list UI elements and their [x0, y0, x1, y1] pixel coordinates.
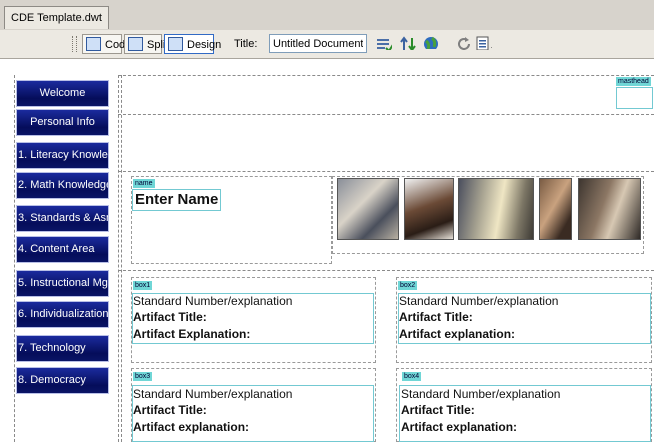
view-options-icon[interactable]	[476, 36, 492, 50]
refresh-icon[interactable]	[456, 36, 472, 50]
nav-item-content-area[interactable]: 4. Content Area	[16, 236, 109, 263]
file-management-icon[interactable]	[400, 36, 416, 50]
name-field[interactable]: Enter Name	[132, 189, 222, 211]
nav-item-democracy[interactable]: 8. Democracy	[16, 367, 109, 394]
box2-content	[398, 293, 651, 344]
layout-guide	[118, 75, 119, 442]
box4-region-tag: box4	[402, 372, 422, 381]
photo-student-portrait	[404, 178, 454, 240]
document-title-input[interactable]	[269, 34, 367, 53]
nav-item-instructional-mgmt[interactable]: 5. Instructional Mgmt	[16, 270, 109, 297]
nav-item-welcome[interactable]: Welcome	[16, 80, 109, 107]
nav-item-individualization[interactable]: 6. Individualization	[16, 301, 109, 328]
box4-content	[399, 385, 651, 442]
browser-compatibility-icon[interactable]	[376, 36, 392, 50]
layout-guide	[118, 270, 654, 271]
box1-region-tag: box1	[133, 281, 153, 290]
design-view-button[interactable]: Design	[164, 34, 221, 54]
split-view-icon	[128, 37, 143, 51]
box3-region-tag: box3	[133, 372, 153, 381]
preview-in-browser-icon[interactable]	[422, 35, 438, 49]
design-canvas[interactable]: Welcome Personal Info 1. Literacy Knowle…	[0, 59, 654, 442]
design-view-label: Design	[187, 39, 222, 51]
photo-classroom-group	[458, 178, 534, 240]
layout-guide	[118, 171, 654, 172]
split-view-button[interactable]: Split	[124, 34, 168, 54]
nav-item-standards-asmnt[interactable]: 3. Standards & Asmnt	[16, 205, 109, 232]
title-label: Title:	[234, 38, 258, 50]
masthead-region[interactable]	[616, 87, 653, 109]
name-region-tag: name	[133, 179, 155, 188]
document-tab[interactable]: CDE Template.dwt	[4, 6, 109, 29]
nav-item-technology[interactable]: 7. Technology	[16, 335, 109, 362]
layout-guide	[14, 75, 15, 442]
box1-content	[132, 293, 374, 344]
box2-region-tag: box2	[398, 281, 418, 290]
layout-guide	[121, 75, 122, 442]
nav-item-literacy-knowledge[interactable]: 1. Literacy Knowledge	[16, 142, 109, 169]
code-view-icon	[86, 37, 101, 51]
layout-guide	[118, 114, 654, 115]
nav-item-math-knowledge[interactable]: 2. Math Knowledge	[16, 172, 109, 199]
nav-item-personal-info[interactable]: Personal Info	[16, 109, 109, 136]
toolbar-grip[interactable]	[76, 36, 79, 52]
photo-teachers	[578, 178, 641, 240]
photo-student-computer	[337, 178, 399, 240]
layout-guide	[118, 75, 654, 76]
document-tab-bar: CDE Template.dwt	[0, 0, 654, 31]
photo-student-writing	[539, 178, 572, 240]
code-view-button[interactable]: Code	[82, 34, 131, 54]
document-toolbar: Code Split Design Title:	[0, 30, 654, 59]
toolbar-grip[interactable]	[72, 36, 75, 52]
box3-content	[132, 385, 374, 442]
design-view-icon	[168, 37, 183, 51]
masthead-region-tag: masthead	[616, 77, 651, 86]
